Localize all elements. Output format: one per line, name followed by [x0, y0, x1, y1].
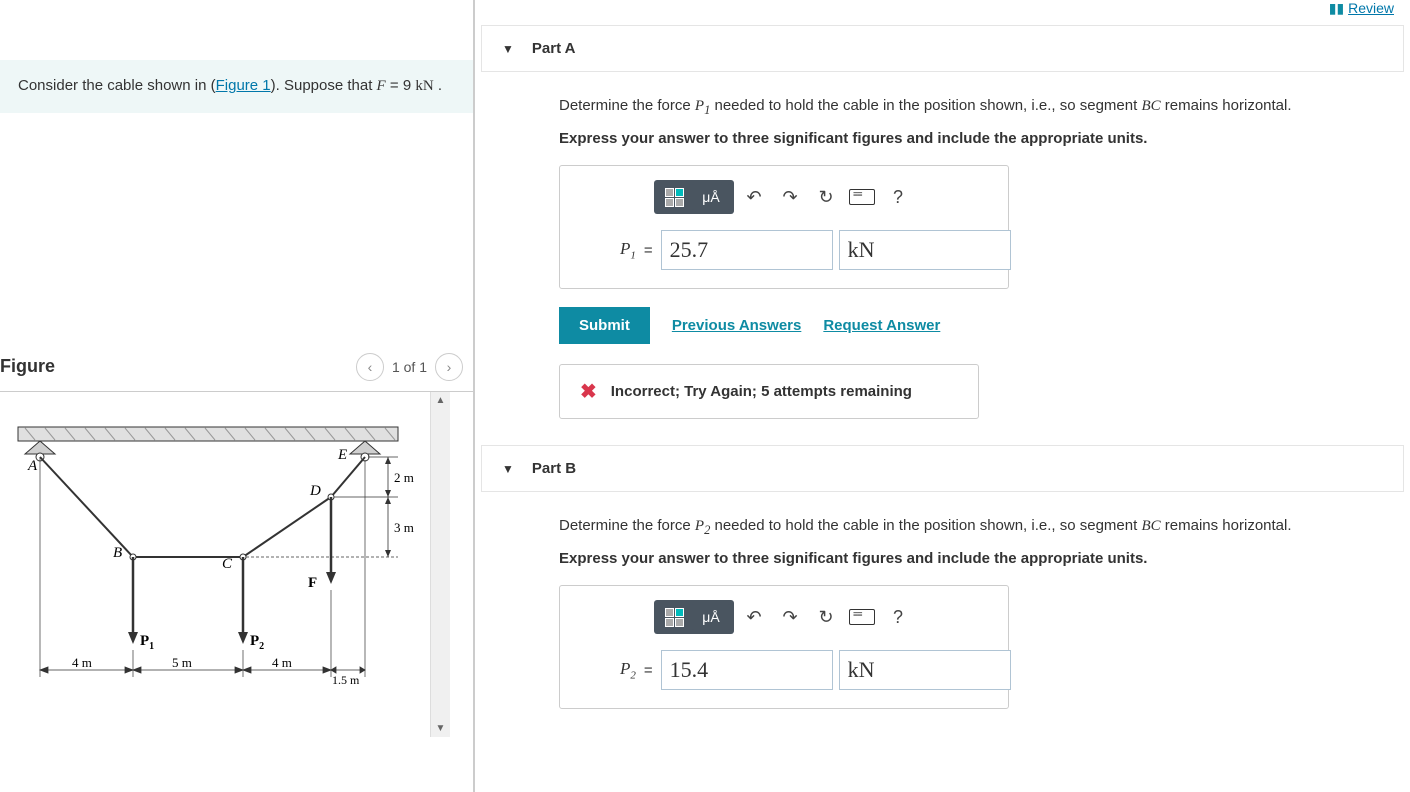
reset-icon[interactable]: ↻ — [810, 182, 842, 212]
svg-text:A: A — [27, 458, 38, 474]
problem-statement: Consider the cable shown in (Figure 1). … — [0, 60, 473, 113]
undo-icon[interactable]: ↶ — [738, 182, 770, 212]
right-panel: ▮▮ Review ▼ Part A Determine the force P… — [475, 0, 1410, 792]
figure-counter: 1 of 1 — [392, 359, 427, 375]
part-b-body: Determine the force P2 needed to hold th… — [481, 492, 1404, 729]
svg-text:5 m: 5 m — [172, 655, 192, 670]
figure-link[interactable]: Figure 1 — [216, 77, 271, 94]
svg-text:1.5 m: 1.5 m — [332, 673, 360, 687]
svg-text:C: C — [222, 556, 233, 572]
part-a-value-input[interactable] — [661, 230, 833, 270]
equals-sign: = — [644, 242, 653, 259]
part-a-instruction: Determine the force P1 needed to hold th… — [559, 94, 1364, 120]
template-icon[interactable] — [658, 604, 690, 630]
part-a-unit-input[interactable] — [839, 230, 1011, 270]
scroll-up-icon[interactable]: ▲ — [433, 392, 449, 409]
undo-icon[interactable]: ↶ — [738, 602, 770, 632]
part-a-answer-box: μÅ ↶ ↷ ↻ ? P1 = — [559, 165, 1009, 289]
answer-toolbar-b: μÅ ↶ ↷ ↻ ? — [620, 600, 948, 634]
redo-icon[interactable]: ↷ — [774, 602, 806, 632]
left-panel: Consider the cable shown in (Figure 1). … — [0, 0, 475, 792]
part-b-title: Part B — [532, 460, 576, 477]
svg-text:2 m: 2 m — [394, 470, 414, 485]
review-link[interactable]: Review — [1348, 0, 1394, 16]
part-a-request-answer-link[interactable]: Request Answer — [823, 317, 940, 334]
svg-text:E: E — [337, 447, 347, 463]
caret-down-icon: ▼ — [502, 42, 514, 56]
part-a-var-label: P1 — [620, 239, 636, 261]
svg-text:4 m: 4 m — [72, 655, 92, 670]
svg-text:4 m: 4 m — [272, 655, 292, 670]
part-a-feedback: ✖ Incorrect; Try Again; 5 attempts remai… — [559, 364, 979, 419]
keyboard-icon[interactable] — [846, 602, 878, 632]
svg-text:P1: P1 — [140, 633, 154, 652]
part-b-unit-input[interactable] — [839, 650, 1011, 690]
figure-title: Figure — [0, 356, 55, 377]
figure-scrollbar[interactable]: ▲ ▼ — [430, 392, 450, 737]
figure-prev-button[interactable]: ‹ — [356, 353, 384, 381]
figure-next-button[interactable]: › — [435, 353, 463, 381]
part-a-title: Part A — [532, 40, 576, 57]
feedback-text: Incorrect; Try Again; 5 attempts remaini… — [611, 383, 912, 400]
reset-icon[interactable]: ↻ — [810, 602, 842, 632]
units-format-button[interactable]: μÅ — [692, 604, 730, 630]
svg-text:F: F — [308, 575, 317, 591]
keyboard-icon[interactable] — [846, 182, 878, 212]
part-b-header[interactable]: ▼ Part B — [481, 445, 1404, 492]
redo-icon[interactable]: ↷ — [774, 182, 806, 212]
part-b-format-instr: Express your answer to three significant… — [559, 550, 1364, 567]
review-icon: ▮▮ — [1329, 0, 1344, 16]
help-icon[interactable]: ? — [882, 602, 914, 632]
part-a-body: Determine the force P1 needed to hold th… — [481, 72, 1404, 439]
caret-down-icon: ▼ — [502, 462, 514, 476]
svg-text:P2: P2 — [250, 633, 264, 652]
part-b-value-input[interactable] — [661, 650, 833, 690]
part-b-var-label: P2 — [620, 659, 636, 681]
part-b-answer-box: μÅ ↶ ↷ ↻ ? P2 = — [559, 585, 1009, 709]
part-a-submit-button[interactable]: Submit — [559, 307, 650, 344]
equals-sign: = — [644, 662, 653, 679]
figure-diagram: A E D B C F P1 P2 4 m 5 m 4 m 1.5 m 2 m … — [0, 392, 430, 737]
svg-text:B: B — [113, 545, 122, 561]
part-a-header[interactable]: ▼ Part A — [481, 25, 1404, 72]
svg-text:3 m: 3 m — [394, 520, 414, 535]
part-a-format-instr: Express your answer to three significant… — [559, 130, 1364, 147]
scroll-down-icon[interactable]: ▼ — [433, 720, 449, 737]
answer-toolbar: μÅ ↶ ↷ ↻ ? — [620, 180, 948, 214]
template-icon[interactable] — [658, 184, 690, 210]
figure-section: Figure ‹ 1 of 1 › — [0, 353, 473, 737]
units-format-button[interactable]: μÅ — [692, 184, 730, 210]
incorrect-icon: ✖ — [580, 379, 597, 404]
part-b-instruction: Determine the force P2 needed to hold th… — [559, 514, 1364, 540]
svg-text:D: D — [309, 483, 321, 499]
part-a-previous-answers-link[interactable]: Previous Answers — [672, 317, 802, 334]
help-icon[interactable]: ? — [882, 182, 914, 212]
